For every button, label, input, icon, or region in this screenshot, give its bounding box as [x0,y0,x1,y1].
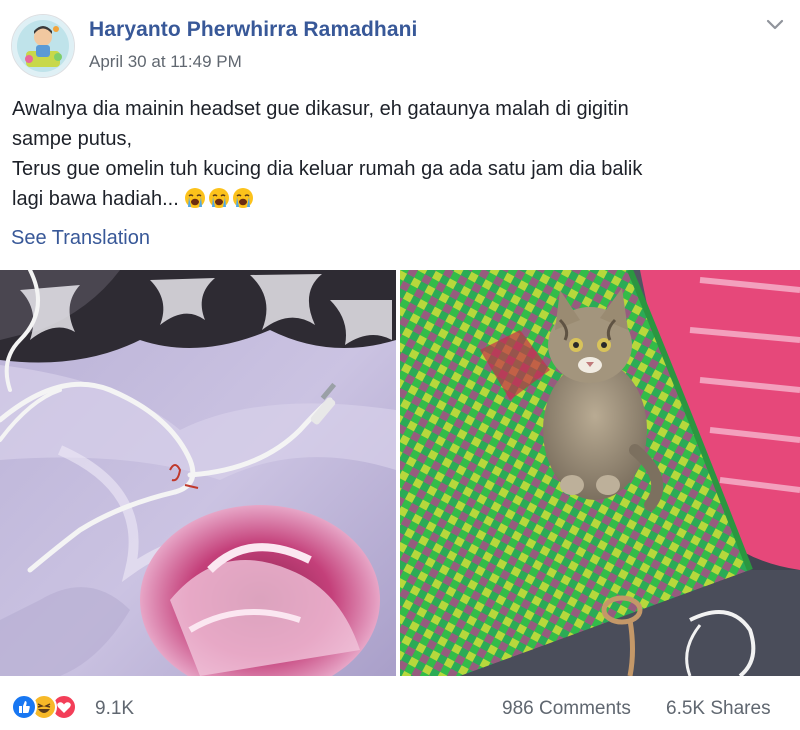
loudly-crying-face-icon [233,188,254,208]
loudly-crying-face-icon [209,188,230,208]
post-text: Awalnya dia mainin headset gue dikasur, … [12,94,792,214]
loudly-crying-face-icon [185,188,206,208]
post-text-line: sampe putus, [12,128,133,150]
comments-count[interactable]: 986 Comments [502,698,631,720]
post-footer: 9.1K 986 Comments 6.5K Shares [0,684,800,730]
post-text-line: lagi bawa hadiah... [12,184,792,214]
reaction-icons[interactable] [11,694,91,720]
photo-earphone-cable[interactable] [0,270,396,676]
see-translation-link[interactable]: See Translation [11,227,150,250]
author-name[interactable]: Haryanto Pherwhirra Ramadhani [89,18,418,42]
photo-cat-on-mat[interactable] [400,270,800,676]
post-text-line-content: lagi bawa hadiah... [12,188,179,210]
author-avatar[interactable] [11,14,75,78]
shares-count[interactable]: 6.5K Shares [666,698,771,720]
post-timestamp[interactable]: April 30 at 11:49 PM [89,52,242,72]
reaction-count[interactable]: 9.1K [95,698,134,720]
post-text-line: Awalnya dia mainin headset gue dikasur, … [12,98,629,120]
post-header: Haryanto Pherwhirra Ramadhani April 30 a… [0,0,800,88]
like-icon [11,694,37,720]
chevron-down-icon[interactable] [765,18,785,32]
post-text-line: Terus gue omelin tuh kucing dia keluar r… [12,158,643,180]
